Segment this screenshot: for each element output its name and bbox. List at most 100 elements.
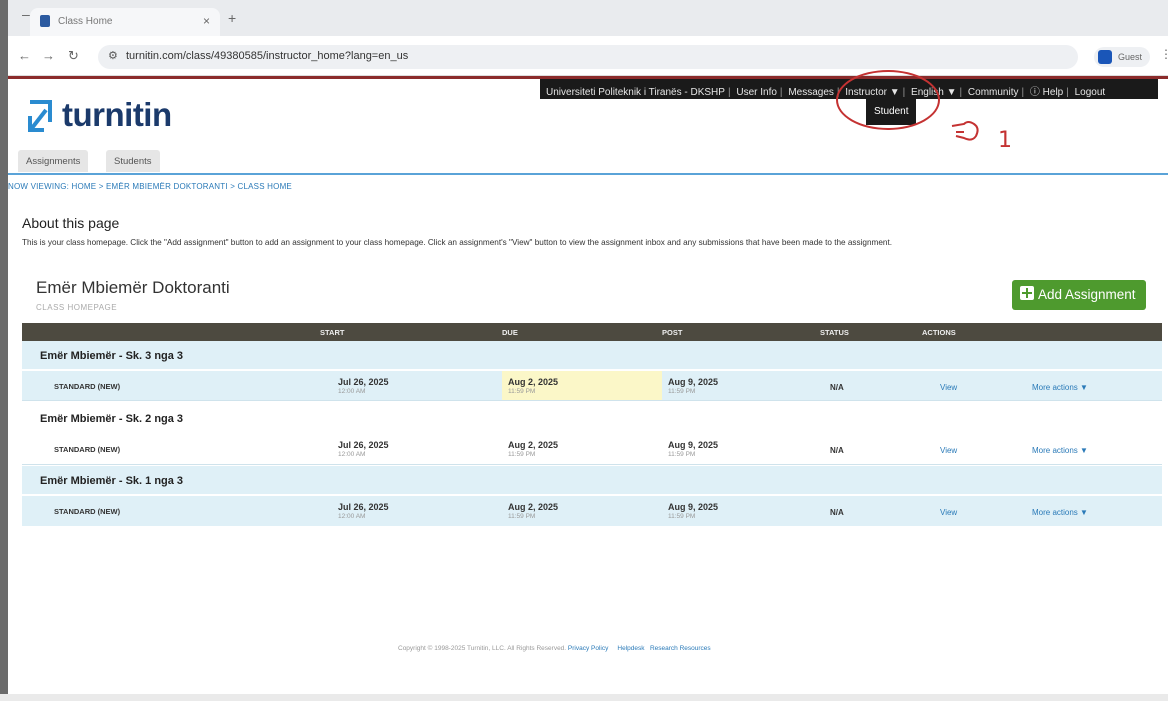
col-start: START xyxy=(320,328,345,337)
institution-link[interactable]: Universiteti Politeknik i Tiranës - DKSH… xyxy=(546,87,725,98)
tab-students[interactable]: Students xyxy=(106,150,160,172)
tab-title: Class Home xyxy=(58,16,113,27)
class-title: Emër Mbiemër Doktoranti xyxy=(36,278,230,297)
browser-tab-bar: – Class Home × + xyxy=(8,0,1168,36)
assignment-type: STANDARD (NEW) xyxy=(54,507,121,516)
start-date: Jul 26, 2025 xyxy=(338,502,389,512)
post-cell: Aug 9, 2025 11:59 PM xyxy=(668,440,718,458)
post-time: 11:59 PM xyxy=(668,388,696,395)
new-tab-icon[interactable]: + xyxy=(228,10,236,26)
due-date: Aug 2, 2025 xyxy=(508,377,559,387)
post-date: Aug 9, 2025 xyxy=(668,502,719,512)
view-button[interactable]: View xyxy=(940,446,957,455)
helpdesk-link[interactable]: Helpdesk xyxy=(617,645,644,652)
back-icon[interactable]: ← xyxy=(18,48,31,63)
tab-list-icon[interactable]: – xyxy=(22,6,30,22)
post-cell: Aug 9, 2025 11:59 PM xyxy=(668,502,718,520)
assignments-table-header: START DUE POST STATUS ACTIONS xyxy=(22,323,1162,341)
add-assignment-button[interactable]: Add Assignment xyxy=(1012,280,1146,310)
class-subtitle: CLASS HOMEPAGE xyxy=(36,303,118,312)
status-value: N/A xyxy=(830,508,844,517)
col-due: DUE xyxy=(502,328,518,337)
photo-frame-bottom xyxy=(0,694,1168,701)
reload-icon[interactable]: ↻ xyxy=(68,48,79,64)
photo-frame-edge xyxy=(0,0,8,701)
col-status: STATUS xyxy=(820,328,849,337)
url-field[interactable]: ⚙ turnitin.com/class/49380585/instructor… xyxy=(98,45,1078,69)
assignment-group-header: Emër Mbiemër - Sk. 2 nga 3 xyxy=(22,404,1162,432)
annotation-number: 1 xyxy=(998,128,1012,153)
help-icon[interactable]: ⓘ xyxy=(1030,87,1040,98)
due-cell: Aug 2, 2025 11:59 PM xyxy=(508,377,558,395)
assignment-type: STANDARD (NEW) xyxy=(54,445,121,454)
annotation-circle xyxy=(836,70,940,130)
copyright-text: Copyright © 1998-2025 Turnitin, LLC. All… xyxy=(398,645,567,652)
start-time: 12:00 AM xyxy=(338,451,366,458)
browser-address-bar: ← → ↻ ⚙ turnitin.com/class/49380585/inst… xyxy=(8,36,1168,76)
post-time: 11:59 PM xyxy=(668,451,696,458)
start-cell: Jul 26, 2025 12:00 AM xyxy=(338,377,389,395)
research-resources-link[interactable]: Research Resources xyxy=(650,645,711,652)
privacy-policy-link[interactable]: Privacy Policy xyxy=(568,645,608,652)
post-date: Aug 9, 2025 xyxy=(668,440,719,450)
more-actions-dropdown[interactable]: More actions ▼ xyxy=(1032,508,1088,517)
url-text: turnitin.com/class/49380585/instructor_h… xyxy=(126,50,409,62)
assignment-group-header: Emër Mbiemër - Sk. 1 nga 3 xyxy=(22,466,1162,494)
col-actions: ACTIONS xyxy=(922,328,956,337)
start-time: 12:00 AM xyxy=(338,513,366,520)
start-date: Jul 26, 2025 xyxy=(338,377,389,387)
status-value: N/A xyxy=(830,383,844,392)
table-row: STANDARD (NEW) Jul 26, 2025 12:00 AM Aug… xyxy=(22,496,1162,526)
view-button[interactable]: View xyxy=(940,508,957,517)
start-cell: Jul 26, 2025 12:00 AM xyxy=(338,440,389,458)
table-row: STANDARD (NEW) Jul 26, 2025 12:00 AM Aug… xyxy=(22,434,1162,464)
help-link[interactable]: Help xyxy=(1043,87,1064,98)
row-divider xyxy=(22,464,1162,465)
close-tab-icon[interactable]: × xyxy=(203,14,210,28)
assignment-name: Emër Mbiemër - Sk. 2 nga 3 xyxy=(40,413,184,425)
table-row: STANDARD (NEW) Jul 26, 2025 12:00 AM Aug… xyxy=(22,371,1162,401)
community-link[interactable]: Community xyxy=(968,87,1019,98)
start-date: Jul 26, 2025 xyxy=(338,440,389,450)
assignment-type: STANDARD (NEW) xyxy=(54,382,121,391)
profile-label: Guest xyxy=(1118,52,1143,62)
logout-link[interactable]: Logout xyxy=(1075,87,1106,98)
avatar xyxy=(1098,50,1112,64)
user-info-link[interactable]: User Info xyxy=(736,87,777,98)
due-time: 11:59 PM xyxy=(508,388,536,395)
assignment-name: Emër Mbiemër - Sk. 3 nga 3 xyxy=(40,350,184,362)
tab-assignments[interactable]: Assignments xyxy=(18,150,89,172)
profile-button[interactable]: Guest xyxy=(1094,47,1150,67)
start-time: 12:00 AM xyxy=(338,388,366,395)
due-date: Aug 2, 2025 xyxy=(508,440,559,450)
logo-wordmark: turnitin xyxy=(62,96,172,133)
more-actions-dropdown[interactable]: More actions ▼ xyxy=(1032,383,1088,392)
subnav-divider xyxy=(8,173,1168,175)
plus-icon xyxy=(1020,286,1034,300)
breadcrumb[interactable]: NOW VIEWING: HOME > EMËR MBIEMËR DOKTORA… xyxy=(8,182,292,191)
row-divider xyxy=(22,400,1162,401)
due-date: Aug 2, 2025 xyxy=(508,502,559,512)
post-cell: Aug 9, 2025 11:59 PM xyxy=(668,377,718,395)
start-cell: Jul 26, 2025 12:00 AM xyxy=(338,502,389,520)
favicon-icon xyxy=(40,15,50,27)
view-button[interactable]: View xyxy=(940,383,957,392)
browser-menu-icon[interactable]: ⋮ xyxy=(1160,47,1168,61)
post-time: 11:59 PM xyxy=(668,513,696,520)
due-cell: Aug 2, 2025 11:59 PM xyxy=(508,502,558,520)
assignment-group-header: Emër Mbiemër - Sk. 3 nga 3 xyxy=(22,341,1162,369)
about-heading: About this page xyxy=(22,215,120,231)
due-cell: Aug 2, 2025 11:59 PM xyxy=(508,440,558,458)
forward-icon[interactable]: → xyxy=(42,48,55,63)
col-post: POST xyxy=(662,328,683,337)
due-time: 11:59 PM xyxy=(508,451,536,458)
pointing-hand-icon xyxy=(951,121,979,141)
turnitin-logo-icon xyxy=(28,100,52,132)
more-actions-dropdown[interactable]: More actions ▼ xyxy=(1032,446,1088,455)
assignment-name: Emër Mbiemër - Sk. 1 nga 3 xyxy=(40,475,184,487)
page-footer: Copyright © 1998-2025 Turnitin, LLC. All… xyxy=(398,645,711,652)
site-settings-icon[interactable]: ⚙ xyxy=(108,49,118,62)
messages-link[interactable]: Messages xyxy=(788,87,834,98)
browser-tab[interactable]: Class Home × xyxy=(30,8,220,36)
add-assignment-label: Add Assignment xyxy=(1038,287,1136,302)
